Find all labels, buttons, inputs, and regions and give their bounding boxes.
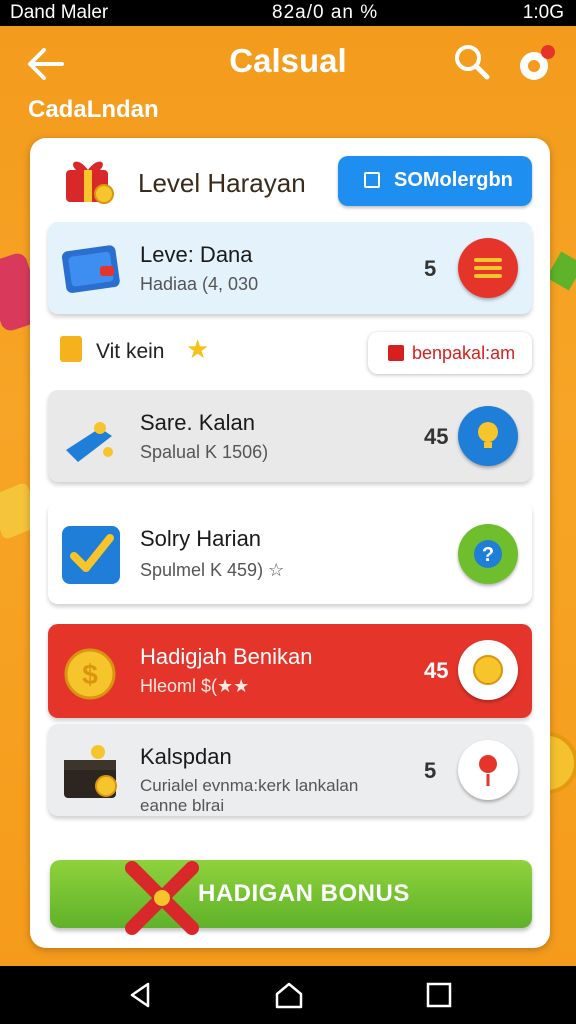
list-item-count: 5	[424, 758, 437, 783]
search-icon[interactable]	[452, 42, 492, 82]
list-item-subtitle-2: eanne blrai	[140, 796, 225, 815]
coin-bag-icon: $	[60, 640, 124, 704]
coin-icon[interactable]	[458, 640, 518, 700]
bonus-button[interactable]: HADIGAN BONUS	[50, 860, 532, 935]
card-header-button[interactable]: SOMolergbn	[338, 156, 532, 206]
list-item[interactable]: Solry Harian Spulmel K 459) ☆ ?	[48, 502, 532, 604]
treasure-box-icon	[60, 740, 124, 804]
list-item[interactable]: $ Hadigjah Benikan Hleoml $(★★ 45	[48, 624, 532, 718]
list-item-count: 5	[424, 256, 437, 281]
shoe-icon	[60, 406, 124, 470]
svg-text:$: $	[82, 659, 98, 690]
settings-icon[interactable]	[512, 40, 558, 86]
ribbon-gift-icon	[122, 848, 202, 938]
menu-lines-icon[interactable]	[458, 238, 518, 298]
page-subtitle: CadaLndan	[28, 96, 159, 123]
section-action-button[interactable]: benpakal:am	[368, 332, 532, 374]
list-item-count: 45	[424, 424, 449, 449]
list-item-subtitle: Spalual K 1506)	[140, 442, 269, 462]
list-item-title: Leve: Dana	[140, 242, 253, 267]
nav-back-icon[interactable]	[126, 980, 156, 1010]
status-indicators: 82a/0 an %	[272, 2, 379, 23]
decor-right-leaf-icon	[546, 251, 576, 291]
system-nav-bar	[0, 966, 576, 1024]
list-item[interactable]: Sare. Kalan Spalual K 1506) 45	[48, 390, 532, 482]
help-icon[interactable]: ?	[458, 524, 518, 584]
status-bar: Dand Maler 82a/0 an % 1:0G	[0, 0, 576, 26]
list-item-subtitle: Curialel evnma:kerk lankalan	[140, 776, 359, 795]
list-item-title: Hadigjah Benikan	[140, 644, 313, 669]
status-carrier: Dand Maler	[10, 2, 109, 23]
main-card: Level Harayan SOMolergbn Leve: Dana Hadi…	[30, 138, 550, 948]
bonus-button-label: HADIGAN BONUS	[198, 880, 410, 907]
section-action-button-label: benpakal:am	[412, 343, 516, 363]
lightbulb-icon[interactable]	[458, 406, 518, 466]
list-item[interactable]: Leve: Dana Hadiaa (4, 030 5	[48, 222, 532, 314]
list-icon	[364, 172, 380, 188]
card-title: Level Harayan	[138, 168, 306, 198]
list-item-subtitle: Spulmel K 459) ☆	[140, 560, 285, 580]
wallet-icon	[60, 238, 124, 302]
list-item-count: 45	[424, 658, 449, 683]
nav-home-icon[interactable]	[274, 980, 304, 1010]
list-item-subtitle: Hadiaa (4, 030	[140, 274, 259, 294]
list-item-subtitle: Hleoml $(★★	[140, 676, 250, 696]
list-item[interactable]: Kalspdan Curialel evnma:kerk lankalan ea…	[48, 724, 532, 816]
list-item-title: Sare. Kalan	[140, 410, 255, 435]
status-time: 1:0G	[522, 2, 564, 23]
map-pin-icon[interactable]	[458, 740, 518, 800]
calendar-icon	[388, 345, 404, 361]
gift-box-icon	[60, 150, 116, 206]
svg-text:?: ?	[482, 544, 494, 566]
app-header: Calsual	[0, 26, 576, 102]
list-item-title: Kalspdan	[140, 744, 232, 769]
card-header-button-label: SOMolergbn	[394, 169, 513, 191]
section-label: Vit kein	[96, 340, 165, 363]
star-icon: ★	[186, 334, 210, 364]
nav-recents-icon[interactable]	[424, 980, 454, 1010]
document-icon	[60, 336, 82, 362]
list-item-title: Solry Harian	[140, 526, 262, 551]
checkmark-icon	[60, 522, 124, 586]
